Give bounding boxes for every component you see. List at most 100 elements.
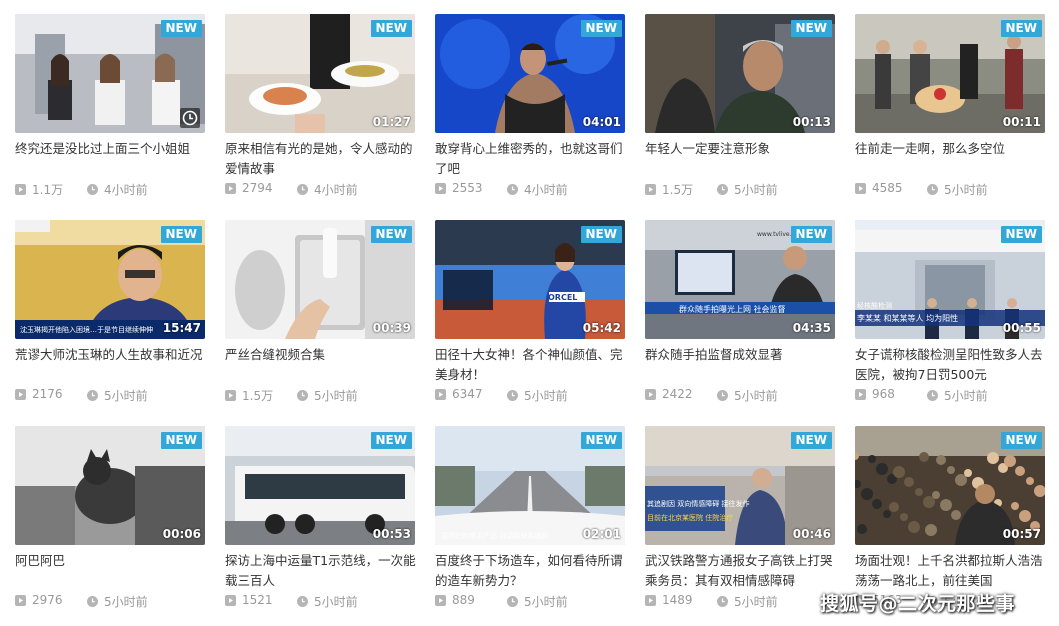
video-card[interactable]: NEW 01:27 原来相信有光的是她，令人感动的爱情故事 2794 4小时前 bbox=[225, 14, 415, 214]
publish-time-value: 5小时前 bbox=[104, 389, 148, 403]
overlay-caption: 虽然它的拿手产品 自动驾驶系统网 bbox=[441, 531, 548, 540]
video-meta: 1.5万 5小时前 bbox=[225, 387, 415, 405]
play-count-icon bbox=[645, 594, 656, 606]
overlay-caption: 李某某 和某某等人 均为阳性 bbox=[857, 313, 958, 323]
video-title[interactable]: 探访上海中运量T1示范线，一次能载三百人 bbox=[225, 551, 417, 591]
duration-label: 00:39 bbox=[372, 321, 411, 335]
video-meta: 4585 5小时前 bbox=[855, 181, 1045, 199]
video-title[interactable]: 场面壮观！上千名洪都拉斯人浩浩荡荡一路北上，前往美国 bbox=[855, 551, 1047, 591]
publish-time: 5小时前 bbox=[507, 387, 568, 404]
view-count-value: 1.5万 bbox=[242, 389, 274, 403]
video-thumbnail[interactable]: NEW 00:57 bbox=[855, 426, 1045, 545]
video-title[interactable]: 敢穿背心上维密秀的，也就这哥们了吧 bbox=[435, 139, 627, 179]
new-badge: NEW bbox=[790, 20, 832, 37]
video-title[interactable]: 严丝合缝视频合集 bbox=[225, 345, 417, 365]
time-icon bbox=[717, 184, 728, 195]
publish-time-value: 5小时前 bbox=[104, 595, 148, 609]
new-badge: NEW bbox=[580, 226, 622, 243]
video-thumbnail[interactable]: 群众随手拍曝光上网 社会监督 www.tvlive.com NEW 04:35 bbox=[645, 220, 835, 339]
video-thumbnail[interactable]: NEW 00:39 bbox=[225, 220, 415, 339]
video-thumbnail[interactable]: NEW 00:11 bbox=[855, 14, 1045, 133]
play-count-icon bbox=[855, 388, 866, 400]
video-meta: 2553 4小时前 bbox=[435, 181, 625, 199]
view-count: 1489 bbox=[645, 593, 693, 607]
video-thumbnail[interactable]: NEW 04:01 bbox=[435, 14, 625, 133]
video-title[interactable]: 阿巴阿巴 bbox=[15, 551, 207, 571]
video-card[interactable]: NEW 00:39 严丝合缝视频合集 1.5万 5小时前 bbox=[225, 220, 415, 420]
video-card[interactable]: 其追剧因 双向情感障碍 接往发作 目前在北京某医院 住院治疗 NEW 00:46… bbox=[645, 426, 835, 626]
view-count: 1.5万 bbox=[645, 181, 693, 198]
video-card[interactable]: ORCEL NEW 05:42 田径十大女神！各个神仙颜值、完美身材！ 6347… bbox=[435, 220, 625, 420]
duration-label: 01:27 bbox=[372, 115, 411, 129]
play-count-icon bbox=[645, 184, 656, 195]
overlay-caption: 沈玉琳揭开他陷入困境…于是节目继续伸伸 bbox=[20, 325, 153, 334]
view-count: 2176 bbox=[15, 387, 63, 401]
publish-time-value: 5小时前 bbox=[314, 389, 358, 403]
watermark: 搜狐号@二次元那些事 bbox=[820, 593, 1016, 615]
video-title[interactable]: 百度终于下场造车，如何看待所谓的造车新势力？ bbox=[435, 551, 627, 591]
publish-time-value: 4小时前 bbox=[314, 183, 358, 197]
view-count: 968 bbox=[855, 387, 895, 401]
video-card[interactable]: NEW 终究还是没比过上面三个小姐姐 1.1万 4小时前 bbox=[15, 14, 205, 214]
publish-time: 4小时前 bbox=[87, 181, 148, 198]
time-icon bbox=[297, 184, 308, 195]
publish-time: 5小时前 bbox=[507, 593, 568, 610]
publish-time-value: 5小时前 bbox=[734, 389, 778, 403]
duration-label: 05:42 bbox=[582, 321, 621, 335]
video-card[interactable]: NEW 00:06 阿巴阿巴 2976 5小时前 bbox=[15, 426, 205, 626]
video-thumbnail[interactable]: NEW 00:53 bbox=[225, 426, 415, 545]
play-count-icon bbox=[225, 594, 236, 606]
view-count-value: 2794 bbox=[242, 181, 273, 195]
video-meta: 1521 5小时前 bbox=[225, 593, 415, 611]
video-thumbnail[interactable]: NEW 00:06 bbox=[15, 426, 205, 545]
watch-later-icon[interactable] bbox=[180, 108, 200, 128]
publish-time: 4小时前 bbox=[507, 181, 568, 198]
video-meta: 889 5小时前 bbox=[435, 593, 625, 611]
overlay-caption: 经核酸检测 bbox=[857, 301, 892, 310]
duration-label: 00:13 bbox=[792, 115, 831, 129]
duration-label: 00:55 bbox=[1002, 321, 1041, 335]
video-card[interactable]: 沈玉琳揭开他陷入困境…于是节目继续伸伸 NEW 15:47 荒谬大师沈玉琳的人生… bbox=[15, 220, 205, 420]
video-meta: 1489 5小时前 bbox=[645, 593, 835, 611]
video-thumbnail[interactable]: NEW 00:13 bbox=[645, 14, 835, 133]
new-badge: NEW bbox=[1000, 226, 1042, 243]
video-card[interactable]: 经核酸检测 李某某 和某某等人 均为阳性 NEW 00:55 女子谎称核酸检测呈… bbox=[855, 220, 1045, 420]
video-title[interactable]: 往前走一走啊，那么多空位 bbox=[855, 139, 1047, 159]
play-count-icon bbox=[15, 388, 26, 400]
video-thumbnail[interactable]: ORCEL NEW 05:42 bbox=[435, 220, 625, 339]
video-card[interactable]: NEW 00:53 探访上海中运量T1示范线，一次能载三百人 1521 5小时前 bbox=[225, 426, 417, 626]
video-thumbnail[interactable]: 经核酸检测 李某某 和某某等人 均为阳性 NEW 00:55 bbox=[855, 220, 1045, 339]
view-count-value: 2553 bbox=[452, 181, 483, 195]
view-count-value: 1521 bbox=[242, 593, 273, 607]
time-icon bbox=[927, 184, 938, 195]
video-card[interactable]: NEW 00:13 年轻人一定要注意形象 1.5万 5小时前 bbox=[645, 14, 835, 214]
video-thumbnail[interactable]: NEW 01:27 bbox=[225, 14, 415, 133]
overlay-caption: ORCEL bbox=[548, 293, 577, 302]
video-thumbnail[interactable]: 沈玉琳揭开他陷入困境…于是节目继续伸伸 NEW 15:47 bbox=[15, 220, 205, 339]
time-icon bbox=[507, 184, 518, 195]
view-count: 1521 bbox=[225, 593, 273, 607]
video-thumbnail[interactable]: NEW bbox=[15, 14, 205, 133]
video-title[interactable]: 年轻人一定要注意形象 bbox=[645, 139, 837, 159]
video-title[interactable]: 田径十大女神！各个神仙颜值、完美身材！ bbox=[435, 345, 627, 385]
time-icon bbox=[927, 390, 938, 401]
video-card[interactable]: 群众随手拍曝光上网 社会监督 www.tvlive.com NEW 04:35 … bbox=[645, 220, 835, 420]
video-card[interactable]: 虽然它的拿手产品 自动驾驶系统网 NEW 02:01 百度终于下场造车，如何看待… bbox=[435, 426, 625, 626]
video-card[interactable]: NEW 00:11 往前走一走啊，那么多空位 4585 5小时前 bbox=[855, 14, 1045, 214]
view-count: 2794 bbox=[225, 181, 273, 195]
video-title[interactable]: 女子谎称核酸检测呈阳性致多人去医院，被拘7日罚500元 bbox=[855, 345, 1047, 385]
publish-time-value: 4小时前 bbox=[524, 183, 568, 197]
video-title[interactable]: 终究还是没比过上面三个小姐姐 bbox=[15, 139, 207, 159]
duration-label: 04:35 bbox=[792, 321, 831, 335]
video-title[interactable]: 群众随手拍监督成效显著 bbox=[645, 345, 837, 365]
video-title[interactable]: 武汉铁路警方通报女子高铁上打哭乘务员：其有双相情感障碍 bbox=[645, 551, 837, 591]
video-title[interactable]: 原来相信有光的是她，令人感动的爱情故事 bbox=[225, 139, 417, 179]
video-thumbnail[interactable]: 其追剧因 双向情感障碍 接往发作 目前在北京某医院 住院治疗 NEW 00:46 bbox=[645, 426, 835, 545]
video-card[interactable]: NEW 04:01 敢穿背心上维密秀的，也就这哥们了吧 2553 4小时前 bbox=[435, 14, 625, 214]
overlay-caption: 其追剧因 双向情感障碍 接往发作 bbox=[647, 499, 749, 508]
video-title[interactable]: 荒谬大师沈玉琳的人生故事和近况 bbox=[15, 345, 207, 365]
new-badge: NEW bbox=[370, 226, 412, 243]
video-thumbnail[interactable]: 虽然它的拿手产品 自动驾驶系统网 NEW 02:01 bbox=[435, 426, 625, 545]
publish-time: 5小时前 bbox=[297, 593, 358, 610]
time-icon bbox=[87, 596, 98, 607]
